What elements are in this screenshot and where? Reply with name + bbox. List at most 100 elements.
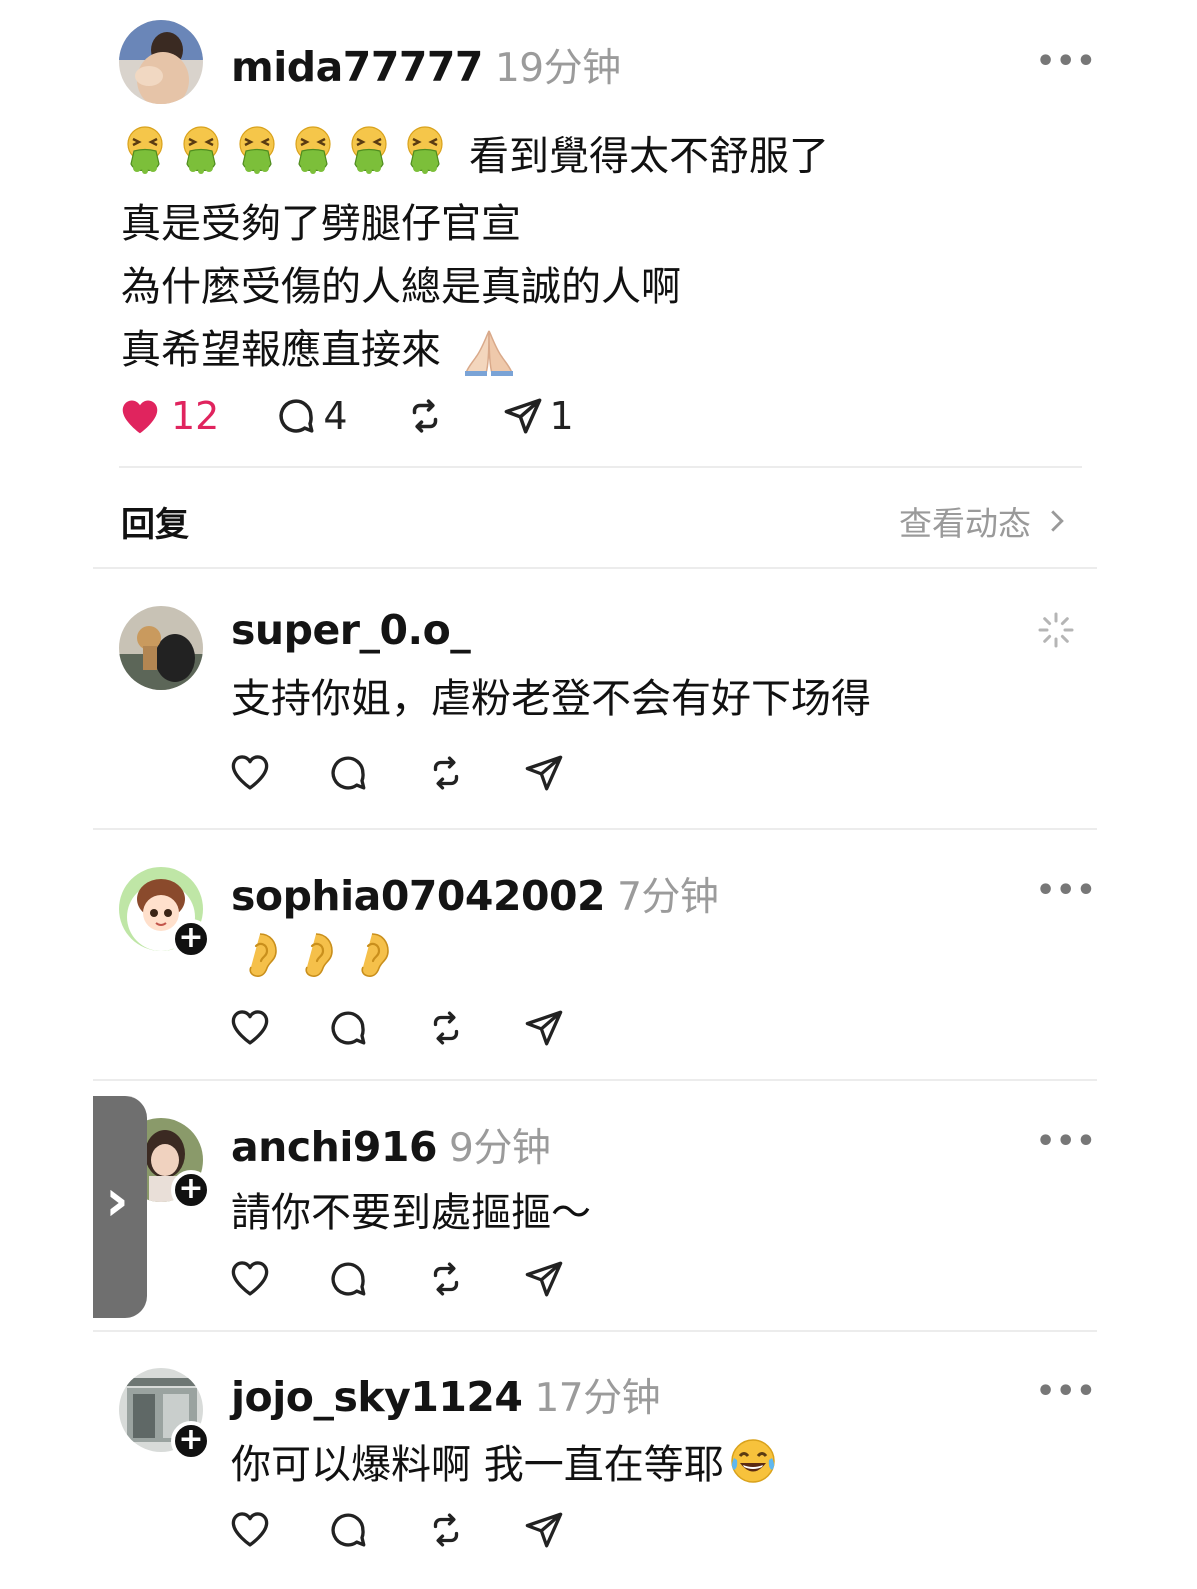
reply-label: 回复	[121, 505, 189, 545]
ear-icon	[352, 930, 392, 984]
more-icon[interactable]: •••	[1036, 1124, 1097, 1159]
heart-icon	[231, 755, 269, 790]
side-panel-handle[interactable]: ›	[93, 1096, 147, 1318]
main-post: mida77777 19分钟 ••• 看到覺得太不舒服了 真是受夠了劈腿仔官宣 為…	[0, 0, 1197, 560]
post-line-1-text: 看到覺得太不舒服了	[469, 133, 829, 180]
more-icon[interactable]: •••	[1036, 873, 1097, 908]
tears-of-joy-icon	[730, 1439, 775, 1483]
post-line-3: 為什麼受傷的人總是真誠的人啊	[121, 264, 681, 310]
username-text[interactable]: sophia07042002	[231, 872, 606, 920]
divider	[93, 828, 1097, 830]
send-icon	[525, 1010, 563, 1046]
share-button[interactable]	[523, 1509, 565, 1551]
vomiting-face-emoji-row	[121, 124, 457, 193]
ear-emoji-row	[240, 930, 408, 984]
view-activity-text: 查看动态	[899, 504, 1031, 543]
avatar[interactable]	[119, 20, 203, 104]
vomiting-face-emoji	[345, 124, 401, 193]
share-button[interactable]: 1	[502, 394, 574, 438]
repost-button[interactable]	[425, 752, 467, 794]
comment-button[interactable]	[327, 1007, 369, 1049]
repost-icon	[433, 1262, 459, 1296]
post-actions: 12 4 1	[119, 394, 574, 438]
comment-button[interactable]	[327, 1258, 369, 1300]
vomiting-face-emoji	[233, 124, 289, 193]
comment-username[interactable]: super_0.o_	[231, 606, 471, 654]
divider	[119, 466, 1082, 468]
like-button[interactable]	[229, 1007, 271, 1049]
divider	[93, 1079, 1097, 1081]
repost-icon	[412, 399, 437, 433]
chevron-right-icon: ›	[105, 1166, 129, 1234]
repost-button[interactable]	[425, 1509, 467, 1551]
repost-icon	[433, 1513, 459, 1547]
send-icon	[525, 1261, 563, 1297]
avatar[interactable]	[119, 606, 203, 690]
post-line-4: 真希望報應直接來	[121, 319, 829, 382]
post-body: 看到覺得太不舒服了 真是受夠了劈腿仔官宣 為什麼受傷的人總是真誠的人啊 真希望報…	[121, 124, 829, 382]
comment-icon	[331, 1262, 366, 1296]
repost-icon	[433, 756, 459, 790]
follow-plus-button[interactable]: +	[171, 1170, 211, 1210]
heart-filled-icon	[122, 400, 158, 434]
ear-icon	[240, 930, 280, 984]
comment-actions	[229, 1007, 565, 1049]
send-icon	[525, 755, 563, 791]
comment-count: 4	[323, 394, 348, 438]
vomiting-face-emoji	[289, 124, 345, 193]
like-count: 12	[171, 394, 220, 438]
comment-actions	[229, 1509, 565, 1551]
send-icon	[504, 398, 541, 434]
comment-time: 17分钟	[534, 1376, 661, 1421]
more-icon[interactable]: •••	[1036, 1374, 1097, 1409]
repost-button[interactable]	[425, 1258, 467, 1300]
repost-button[interactable]	[425, 1007, 467, 1049]
username-text[interactable]: anchi916	[231, 1123, 438, 1171]
vomiting-face-emoji	[401, 124, 457, 193]
comment-time: 7分钟	[617, 875, 719, 920]
like-button[interactable]	[229, 752, 271, 794]
share-button[interactable]	[523, 1258, 565, 1300]
post-line-1: 看到覺得太不舒服了	[121, 124, 829, 193]
chevron-right-icon	[1051, 510, 1064, 532]
follow-plus-button[interactable]: +	[171, 1421, 211, 1461]
post-time: 19分钟	[494, 46, 621, 91]
post-line-2: 真是受夠了劈腿仔官宣	[121, 201, 521, 247]
comment-username[interactable]: anchi916 9分钟	[231, 1117, 551, 1173]
share-button[interactable]	[523, 1007, 565, 1049]
comment-text: 你可以爆料啊 我一直在等耶	[231, 1432, 778, 1490]
comment-icon	[331, 1513, 366, 1547]
like-button[interactable]: 12	[119, 394, 219, 438]
post-username[interactable]: mida77777 19分钟	[231, 37, 621, 93]
comment-text: 請你不要到處摳摳～	[231, 1190, 591, 1236]
follow-plus-button[interactable]: +	[171, 919, 211, 959]
comment-time: 9分钟	[449, 1126, 551, 1171]
heart-icon	[231, 1261, 269, 1296]
comment-button[interactable]	[327, 752, 369, 794]
comment-icon	[331, 1011, 366, 1045]
repost-icon	[433, 1011, 459, 1045]
view-activity-link[interactable]: 查看动态	[899, 497, 1065, 545]
folded-hands-emoji	[464, 330, 513, 376]
username-text[interactable]: jojo_sky1124	[231, 1373, 523, 1421]
comment-button[interactable]: 4	[275, 394, 348, 438]
comment-button[interactable]	[327, 1509, 369, 1551]
share-count: 1	[549, 394, 574, 438]
like-button[interactable]	[229, 1258, 271, 1300]
comment-icon	[331, 756, 366, 790]
ear-icon	[296, 930, 336, 984]
like-button[interactable]	[229, 1509, 271, 1551]
comment-username[interactable]: jojo_sky1124 17分钟	[231, 1367, 661, 1423]
send-icon	[525, 1512, 563, 1548]
comment-text: 支持你姐，虐粉老登不会有好下场得	[231, 676, 871, 722]
share-button[interactable]	[523, 752, 565, 794]
username-text[interactable]: mida77777	[231, 43, 483, 91]
comment-username[interactable]: sophia07042002 7分钟	[231, 866, 719, 922]
vomiting-face-emoji	[177, 124, 233, 193]
vomiting-face-emoji	[121, 124, 177, 193]
more-icon[interactable]: •••	[1036, 44, 1097, 79]
comment-text-content: 你可以爆料啊 我一直在等耶	[231, 1442, 724, 1488]
thread-page: mida77777 19分钟 ••• 看到覺得太不舒服了 真是受夠了劈腿仔官宣 為…	[0, 0, 1197, 1589]
repost-button[interactable]	[404, 395, 446, 437]
heart-icon	[231, 1512, 269, 1547]
